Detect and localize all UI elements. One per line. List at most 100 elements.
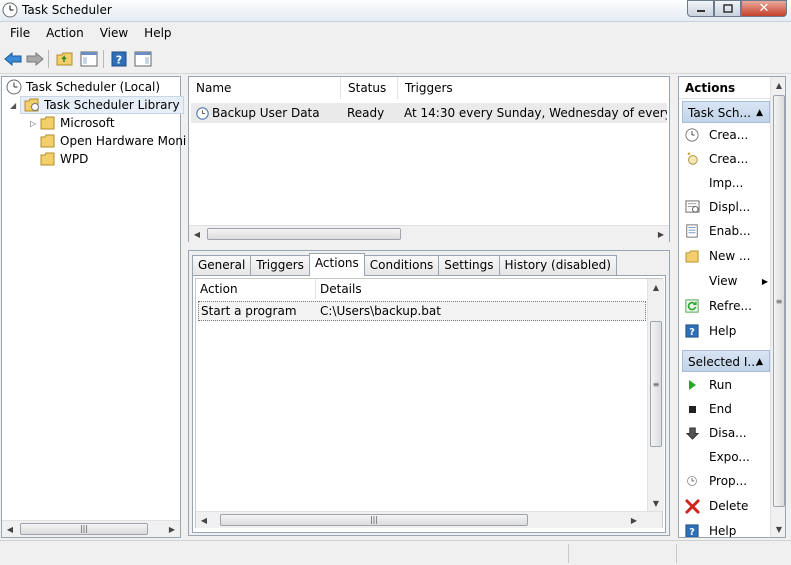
column-header-name[interactable]: Name <box>189 77 341 99</box>
action-new-folder[interactable]: New ... <box>684 245 772 267</box>
action-export[interactable]: Expo... <box>684 446 772 468</box>
tree-library-selection: Task Scheduler Library <box>20 96 184 114</box>
actions-list-horizontal-scrollbar[interactable]: ◀ ||| ▶ <box>196 511 662 528</box>
tab-general[interactable]: General <box>192 255 252 275</box>
show-hide-action-pane-button[interactable] <box>133 49 153 69</box>
column-header-details[interactable]: Details <box>316 279 646 299</box>
scroll-thumb[interactable] <box>207 228 401 240</box>
column-header-action[interactable]: Action <box>196 279 316 299</box>
show-hide-console-tree-button[interactable] <box>79 49 99 69</box>
menu-view[interactable]: View <box>92 26 136 40</box>
task-list-pane[interactable]: Name Status Triggers Backup User Data Re… <box>188 76 670 242</box>
collapse-caret-icon[interactable]: ▲ <box>756 102 763 122</box>
scroll-up-icon[interactable]: ▲ <box>771 77 785 93</box>
run-icon <box>684 377 700 393</box>
console-tree-pane[interactable]: Task Scheduler (Local) ◢ Task Scheduler … <box>1 76 186 538</box>
submenu-arrow-icon: ▶ <box>761 276 768 286</box>
action-create-task[interactable]: Crea... <box>684 148 772 170</box>
scroll-thumb[interactable]: ||| <box>20 523 148 535</box>
svg-text:?: ? <box>689 527 695 538</box>
tree-folder-microsoft[interactable]: ▷ Microsoft <box>30 114 115 132</box>
tab-settings[interactable]: Settings <box>438 255 500 275</box>
tab-history[interactable]: History (disabled) <box>498 255 617 275</box>
clock-icon <box>2 2 18 18</box>
up-folder-button[interactable] <box>55 49 75 69</box>
back-button[interactable] <box>3 49 23 69</box>
action-create-basic-task[interactable]: Crea... <box>684 124 772 146</box>
scroll-up-icon[interactable]: ▲ <box>648 279 664 295</box>
action-label: Imp... <box>709 176 744 190</box>
tree-horizontal-scrollbar[interactable]: ◀ ||| ▶ <box>2 520 180 537</box>
maximize-button[interactable] <box>714 0 741 17</box>
action-enable-all-tasks-history[interactable]: Enab... <box>684 220 772 242</box>
tree-folder-open-hardware-monitor[interactable]: Open Hardware Moni <box>40 132 186 150</box>
action-delete[interactable]: Delete <box>684 495 772 517</box>
action-details-cell: C:\Users\backup.bat <box>320 304 441 318</box>
forward-arrow-icon <box>26 52 44 66</box>
help-icon: ? <box>684 523 700 538</box>
action-end[interactable]: End <box>684 398 772 420</box>
action-disable[interactable]: Disa... <box>684 422 772 444</box>
actions-list-vertical-scrollbar[interactable]: ▲ ≡ ▼ <box>647 279 664 511</box>
scroll-left-icon[interactable]: ◀ <box>189 226 205 242</box>
status-separator <box>568 544 569 563</box>
action-help[interactable]: ? Help <box>684 320 772 342</box>
console-tree-icon <box>80 51 98 67</box>
action-label: Refre... <box>709 299 752 313</box>
action-import-task[interactable]: Imp... <box>684 172 772 194</box>
tree-folder-label: Microsoft <box>60 116 115 130</box>
tab-actions[interactable]: Actions <box>308 253 365 276</box>
scroll-thumb[interactable]: ||| <box>220 514 528 526</box>
toolbar-separator <box>48 50 49 68</box>
action-label: View <box>709 274 738 288</box>
collapse-caret-icon[interactable]: ▲ <box>756 351 763 371</box>
export-icon <box>684 449 700 465</box>
menu-action[interactable]: Action <box>38 26 92 40</box>
column-header-status[interactable]: Status <box>341 77 398 99</box>
folder-icon <box>40 152 55 166</box>
folder-icon <box>40 134 55 148</box>
scroll-left-icon[interactable]: ◀ <box>196 512 212 528</box>
tree-root[interactable]: Task Scheduler (Local) <box>6 78 160 96</box>
action-help-selected[interactable]: ? Help <box>684 520 772 538</box>
tab-triggers[interactable]: Triggers <box>250 255 310 275</box>
folder-clock-icon <box>24 98 39 112</box>
action-properties[interactable]: Prop... <box>684 470 772 492</box>
actions-list[interactable]: Action Details Start a program C:\Users\… <box>195 278 664 528</box>
create-task-icon <box>684 151 700 167</box>
scroll-down-icon[interactable]: ▼ <box>648 495 664 511</box>
scroll-right-icon[interactable]: ▶ <box>626 512 642 528</box>
scroll-down-icon[interactable]: ▼ <box>771 521 785 537</box>
status-bar <box>0 540 791 565</box>
collapse-triangle-icon[interactable]: ◢ <box>10 101 20 110</box>
action-refresh[interactable]: Refre... <box>684 295 772 317</box>
forward-button[interactable] <box>25 49 45 69</box>
tree-library-label: Task Scheduler Library <box>44 98 180 112</box>
actions-section-task-scheduler[interactable]: Task Sch... ▲ <box>682 101 770 123</box>
scroll-right-icon[interactable]: ▶ <box>653 226 669 242</box>
tab-conditions[interactable]: Conditions <box>363 255 440 275</box>
tree-folder-label: Open Hardware Moni <box>60 134 187 148</box>
task-list-horizontal-scrollbar[interactable]: ◀ ▶ <box>189 225 669 242</box>
tree-root-label: Task Scheduler (Local) <box>26 80 161 94</box>
help-toolbar-button[interactable]: ? <box>109 49 129 69</box>
help-icon: ? <box>684 323 700 339</box>
scroll-grip-icon: ||| <box>369 515 379 524</box>
action-run[interactable]: Run <box>684 374 772 396</box>
close-button[interactable]: ✕ <box>741 0 787 17</box>
action-view[interactable]: View ▶ <box>684 270 772 292</box>
menu-file[interactable]: File <box>2 26 38 40</box>
tree-folder-wpd[interactable]: WPD <box>40 150 88 168</box>
scroll-thumb[interactable]: ≡ <box>650 321 662 447</box>
tree-library[interactable]: ◢ Task Scheduler Library <box>10 96 184 114</box>
scroll-left-icon[interactable]: ◀ <box>2 521 18 537</box>
column-header-triggers[interactable]: Triggers <box>398 77 669 99</box>
menu-help[interactable]: Help <box>136 26 179 40</box>
minimize-button[interactable] <box>687 0 714 17</box>
expand-triangle-icon[interactable]: ▷ <box>30 119 40 128</box>
action-display-all-running-tasks[interactable]: Displ... <box>684 196 772 218</box>
scroll-thumb[interactable]: ≡ <box>773 95 785 507</box>
scroll-right-icon[interactable]: ▶ <box>164 521 180 537</box>
actions-section-selected-item[interactable]: Selected I... ▲ <box>682 350 770 372</box>
actions-pane-vertical-scrollbar[interactable]: ▲ ≡ ▼ <box>770 77 785 537</box>
